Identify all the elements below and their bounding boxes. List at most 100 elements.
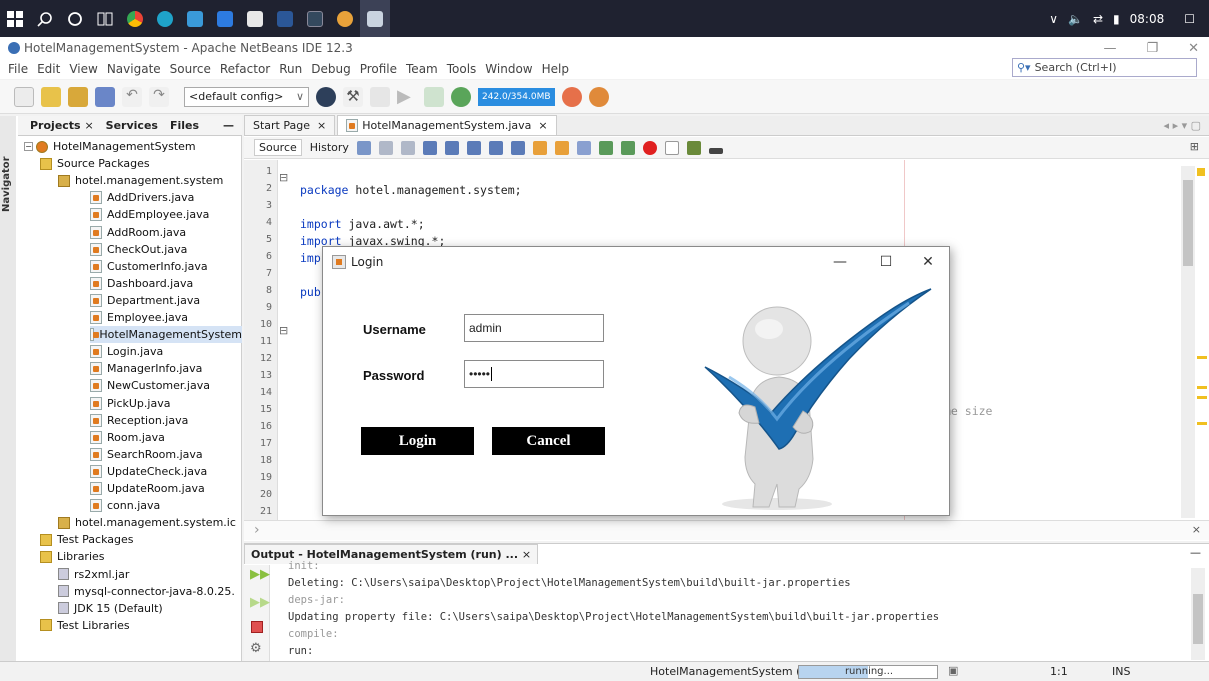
password-field[interactable]: •••••: [464, 360, 604, 388]
globe-icon[interactable]: [316, 86, 336, 107]
forward-icon[interactable]: [400, 140, 415, 155]
package-folder[interactable]: hotel.management.system: [58, 172, 223, 189]
output-scrollbar[interactable]: [1191, 568, 1205, 660]
memory-indicator[interactable]: 242.0/354.0MB: [478, 87, 555, 106]
word-icon[interactable]: [270, 0, 300, 37]
prev-bookmark-icon[interactable]: [532, 140, 547, 155]
close-icon[interactable]: ×: [317, 119, 326, 132]
menu-view[interactable]: View: [69, 62, 97, 76]
warning-marker[interactable]: [1197, 386, 1207, 389]
edge-icon[interactable]: [150, 0, 180, 37]
menu-team[interactable]: Team: [406, 62, 438, 76]
close-icon[interactable]: ×: [522, 548, 531, 561]
java-file-item[interactable]: SearchRoom.java: [90, 446, 203, 463]
fold-icon[interactable]: ⊟: [279, 171, 288, 184]
toggle-highlight-icon[interactable]: [488, 140, 503, 155]
test-packages-folder[interactable]: Test Packages: [40, 531, 133, 548]
history-tab[interactable]: History: [310, 141, 349, 154]
netbeans-icon[interactable]: [330, 0, 360, 37]
tree-root[interactable]: − HotelManagementSystem: [24, 138, 196, 155]
back-icon[interactable]: [378, 140, 393, 155]
menu-help[interactable]: Help: [542, 62, 569, 76]
tab-projects[interactable]: Projects ×: [30, 119, 94, 132]
warning-marker[interactable]: [1197, 356, 1207, 359]
menu-window[interactable]: Window: [485, 62, 532, 76]
windows-start-icon[interactable]: [0, 0, 30, 37]
username-field[interactable]: admin: [464, 314, 604, 342]
find-prev-icon[interactable]: [444, 140, 459, 155]
restore-icon[interactable]: ❐: [1146, 41, 1158, 56]
collapse-icon[interactable]: −: [24, 142, 33, 151]
java-icon[interactable]: [360, 0, 390, 37]
save-all-icon[interactable]: [95, 86, 115, 107]
minimize-icon[interactable]: —: [1103, 41, 1116, 56]
source-tab[interactable]: Source: [254, 139, 302, 156]
rerun-params-icon[interactable]: ▶▶: [250, 595, 270, 610]
output-scrollbar-thumb[interactable]: [1193, 594, 1203, 644]
warning-marker[interactable]: [1197, 168, 1205, 176]
tab-nav-arrows-icon[interactable]: ◂ ▸ ▾ ▢: [1164, 119, 1201, 132]
cortana-icon[interactable]: [60, 0, 90, 37]
notification-icon[interactable]: ☐: [1184, 12, 1195, 26]
menu-debug[interactable]: Debug: [311, 62, 350, 76]
network-icon[interactable]: ⇄: [1093, 12, 1103, 26]
close-icon[interactable]: ✕: [905, 247, 951, 277]
file-explorer-icon[interactable]: [180, 0, 210, 37]
java-file-item[interactable]: UpdateRoom.java: [90, 480, 205, 497]
chevron-right-icon[interactable]: ›: [254, 522, 260, 538]
shift-left-icon[interactable]: [598, 140, 613, 155]
java-file-item[interactable]: PickUp.java: [90, 395, 170, 412]
uncomment-icon[interactable]: [708, 147, 723, 154]
toggle-bookmark-icon[interactable]: [576, 140, 591, 155]
close-icon[interactable]: ×: [538, 119, 547, 132]
java-file-item[interactable]: CheckOut.java: [90, 241, 187, 258]
fold-icon[interactable]: ⊟: [279, 324, 288, 337]
volume-icon[interactable]: 🔈: [1068, 12, 1083, 26]
start-macro-icon[interactable]: [642, 140, 657, 155]
find-icon[interactable]: [422, 140, 437, 155]
java-file-item[interactable]: Room.java: [90, 429, 165, 446]
maximize-icon[interactable]: ☐: [863, 247, 909, 277]
tab-files[interactable]: Files: [170, 119, 199, 132]
task-view-icon[interactable]: [90, 0, 120, 37]
battery-icon[interactable]: ▮: [1113, 12, 1120, 26]
hammer-icon[interactable]: ⚒: [343, 86, 363, 107]
settings-icon[interactable]: ⚙: [250, 641, 262, 656]
terminal-icon[interactable]: [300, 0, 330, 37]
close-icon[interactable]: ×: [84, 119, 93, 132]
menu-file[interactable]: File: [8, 62, 28, 76]
run-icon[interactable]: ▶: [397, 86, 417, 107]
java-file-item[interactable]: Login.java: [90, 343, 163, 360]
chevron-up-icon[interactable]: ∨: [1049, 12, 1058, 26]
close-icon[interactable]: ×: [1192, 523, 1201, 536]
config-select[interactable]: <default config> ∨: [184, 86, 309, 107]
new-project-icon[interactable]: [41, 86, 61, 107]
tab-hotelmanagementsystem-java[interactable]: HotelManagementSystem.java ×: [337, 115, 557, 135]
menu-profile[interactable]: Profile: [360, 62, 397, 76]
source-packages-folder[interactable]: Source Packages: [40, 155, 150, 172]
menu-tools[interactable]: Tools: [447, 62, 477, 76]
menu-source[interactable]: Source: [170, 62, 211, 76]
open-project-icon[interactable]: [68, 86, 88, 107]
last-edit-icon[interactable]: [356, 140, 371, 155]
close-icon[interactable]: ✕: [1188, 41, 1199, 56]
login-button[interactable]: Login: [361, 427, 474, 455]
stop-icon[interactable]: [251, 621, 263, 633]
find-next-icon[interactable]: [466, 140, 481, 155]
split-editor-icon[interactable]: ⊞: [1190, 140, 1199, 153]
profile-icon[interactable]: [451, 86, 471, 107]
menu-edit[interactable]: Edit: [37, 62, 60, 76]
toggle-rect-select-icon[interactable]: [510, 140, 525, 155]
minimize-panel-icon[interactable]: —: [1190, 546, 1201, 559]
warning-marker[interactable]: [1197, 396, 1207, 399]
stop-macro-icon[interactable]: [664, 140, 679, 155]
mail-icon[interactable]: [210, 0, 240, 37]
java-file-item[interactable]: AddEmployee.java: [90, 206, 209, 223]
editor-scrollbar-thumb[interactable]: [1183, 180, 1193, 266]
warning-marker[interactable]: [1197, 422, 1207, 425]
java-file-item[interactable]: Employee.java: [90, 309, 188, 326]
cancel-button[interactable]: Cancel: [492, 427, 605, 455]
library-item[interactable]: rs2xml.jar: [58, 566, 129, 583]
search-input[interactable]: ⚲▾ Search (Ctrl+I): [1012, 58, 1197, 77]
library-item[interactable]: mysql-connector-java-8.0.25.: [58, 583, 235, 600]
